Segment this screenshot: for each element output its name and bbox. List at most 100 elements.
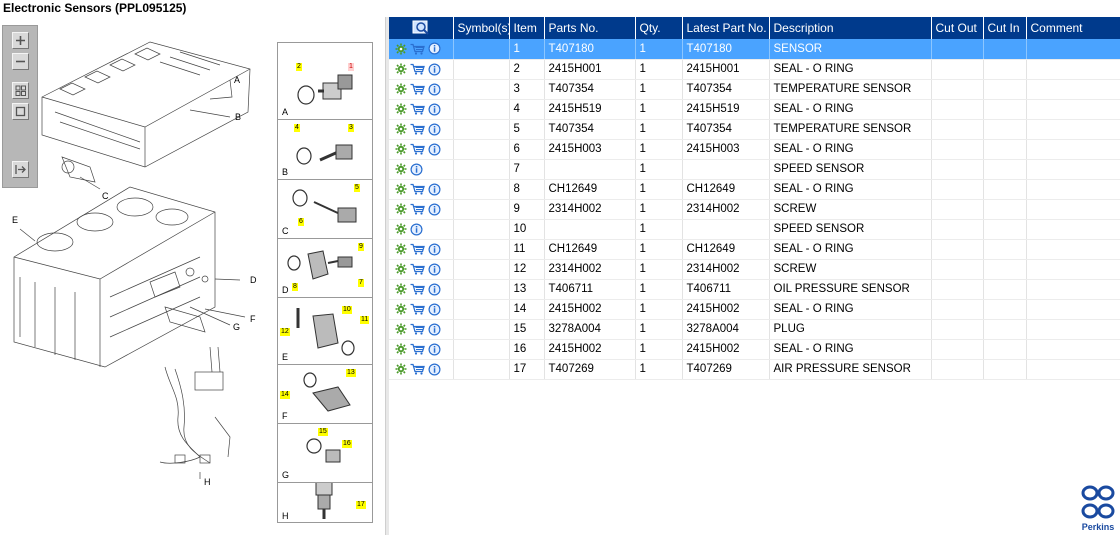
table-row[interactable]: 16 2415H002 1 2415H002 SEAL - O RING (389, 339, 1120, 360)
thumbnail-c[interactable]: 5 6 C (278, 180, 372, 239)
gear-icon[interactable] (395, 283, 407, 295)
cart-icon[interactable] (410, 363, 425, 375)
column-comment[interactable]: Comment (1026, 17, 1120, 39)
table-row[interactable]: 7 1 SPEED SENSOR (389, 159, 1120, 180)
thumbnail-a[interactable]: 2 1 A (278, 43, 372, 120)
table-row[interactable]: 1 T407180 1 T407180 SENSOR (389, 39, 1120, 60)
callout-b[interactable]: B (235, 112, 241, 122)
column-parts-no[interactable]: Parts No. (544, 17, 636, 39)
info-icon[interactable] (428, 343, 441, 356)
table-row[interactable]: 9 2314H002 1 2314H002 SCREW (389, 199, 1120, 220)
table-row[interactable]: 11 CH12649 1 CH12649 SEAL - O RING (389, 239, 1120, 260)
cart-icon[interactable] (410, 263, 425, 275)
gear-icon[interactable] (395, 143, 407, 155)
info-icon[interactable] (428, 42, 441, 55)
info-icon[interactable] (428, 63, 441, 76)
gear-icon[interactable] (395, 363, 407, 375)
gear-icon[interactable] (395, 123, 407, 135)
gear-icon[interactable] (395, 223, 407, 235)
gear-icon[interactable] (395, 163, 407, 175)
info-icon[interactable] (428, 83, 441, 96)
column-qty[interactable]: Qty. (635, 17, 683, 39)
table-row[interactable]: 8 CH12649 1 CH12649 SEAL - O RING (389, 179, 1120, 200)
table-row[interactable]: 17 T407269 1 T407269 AIR PRESSURE SENSOR (389, 359, 1120, 380)
info-icon[interactable] (428, 263, 441, 276)
callout-e[interactable]: E (12, 215, 18, 225)
cart-icon[interactable] (410, 323, 425, 335)
info-icon[interactable] (428, 303, 441, 316)
gear-icon[interactable] (395, 43, 407, 55)
search-parts-icon[interactable] (412, 20, 430, 36)
table-row[interactable]: 14 2415H002 1 2415H002 SEAL - O RING (389, 299, 1120, 320)
gear-icon[interactable] (395, 343, 407, 355)
callout-c[interactable]: C (102, 191, 109, 201)
callout-g[interactable]: G (233, 322, 240, 332)
gear-icon[interactable] (395, 243, 407, 255)
gear-icon[interactable] (395, 83, 407, 95)
info-icon[interactable] (428, 323, 441, 336)
info-icon[interactable] (428, 123, 441, 136)
column-description[interactable]: Description (769, 17, 932, 39)
info-icon[interactable] (428, 283, 441, 296)
callout-d[interactable]: D (250, 275, 257, 285)
callout-f[interactable]: F (250, 314, 256, 324)
cart-icon[interactable] (410, 243, 425, 255)
cart-icon[interactable] (410, 83, 425, 95)
info-icon[interactable] (410, 223, 423, 236)
callout-h[interactable]: H (204, 477, 211, 487)
gear-icon[interactable] (395, 203, 407, 215)
gear-icon[interactable] (395, 63, 407, 75)
cart-icon[interactable] (410, 123, 425, 135)
cut-in-cell (983, 319, 1027, 340)
gear-icon[interactable] (395, 263, 407, 275)
fit-window-button[interactable] (12, 103, 29, 120)
table-row[interactable]: 5 T407354 1 T407354 TEMPERATURE SENSOR (389, 119, 1120, 140)
column-symbols[interactable]: Symbol(s) (453, 17, 510, 39)
thumbnail-b[interactable]: 4 3 B (278, 120, 372, 180)
info-icon[interactable] (410, 163, 423, 176)
thumbnail-g[interactable]: 15 16 G (278, 424, 372, 483)
table-row[interactable]: 2 2415H001 1 2415H001 SEAL - O RING (389, 59, 1120, 80)
diagram-panel[interactable]: A B C D E F G H 2 1 A 4 3 B 5 6 C 9 8 7 … (0, 17, 385, 535)
gear-icon[interactable] (395, 183, 407, 195)
column-actions[interactable] (389, 17, 454, 39)
info-icon[interactable] (428, 183, 441, 196)
info-icon[interactable] (428, 243, 441, 256)
table-row[interactable]: 3 T407354 1 T407354 TEMPERATURE SENSOR (389, 79, 1120, 100)
cart-icon[interactable] (410, 63, 425, 75)
column-latest-part-no[interactable]: Latest Part No. (682, 17, 770, 39)
gear-icon[interactable] (395, 303, 407, 315)
zoom-out-button[interactable] (12, 53, 29, 70)
thumbnail-f[interactable]: 13 14 F (278, 365, 372, 424)
cart-icon[interactable] (410, 343, 425, 355)
table-row[interactable]: 4 2415H519 1 2415H519 SEAL - O RING (389, 99, 1120, 120)
info-icon[interactable] (428, 143, 441, 156)
column-cut-out[interactable]: Cut Out (931, 17, 984, 39)
fit-all-button[interactable] (12, 82, 29, 99)
cart-icon[interactable] (410, 183, 425, 195)
table-row[interactable]: 6 2415H003 1 2415H003 SEAL - O RING (389, 139, 1120, 160)
cart-icon[interactable] (410, 283, 425, 295)
export-button[interactable] (12, 161, 29, 178)
thumbnail-h[interactable]: 17 H (278, 483, 372, 523)
column-cut-in[interactable]: Cut In (983, 17, 1027, 39)
thumbnail-e[interactable]: 10 11 12 E (278, 298, 372, 365)
table-row[interactable]: 12 2314H002 1 2314H002 SCREW (389, 259, 1120, 280)
gear-icon[interactable] (395, 323, 407, 335)
info-icon[interactable] (428, 363, 441, 376)
info-icon[interactable] (428, 203, 441, 216)
zoom-in-button[interactable] (12, 32, 29, 49)
table-row[interactable]: 13 T406711 1 T406711 OIL PRESSURE SENSOR (389, 279, 1120, 300)
callout-a[interactable]: A (234, 75, 240, 85)
gear-icon[interactable] (395, 103, 407, 115)
cart-icon[interactable] (410, 43, 425, 55)
cart-icon[interactable] (410, 103, 425, 115)
cart-icon[interactable] (410, 203, 425, 215)
thumbnail-d[interactable]: 9 8 7 D (278, 239, 372, 298)
cart-icon[interactable] (410, 143, 425, 155)
info-icon[interactable] (428, 103, 441, 116)
column-item[interactable]: Item (509, 17, 545, 39)
table-row[interactable]: 15 3278A004 1 3278A004 PLUG (389, 319, 1120, 340)
cart-icon[interactable] (410, 303, 425, 315)
table-row[interactable]: 10 1 SPEED SENSOR (389, 219, 1120, 240)
